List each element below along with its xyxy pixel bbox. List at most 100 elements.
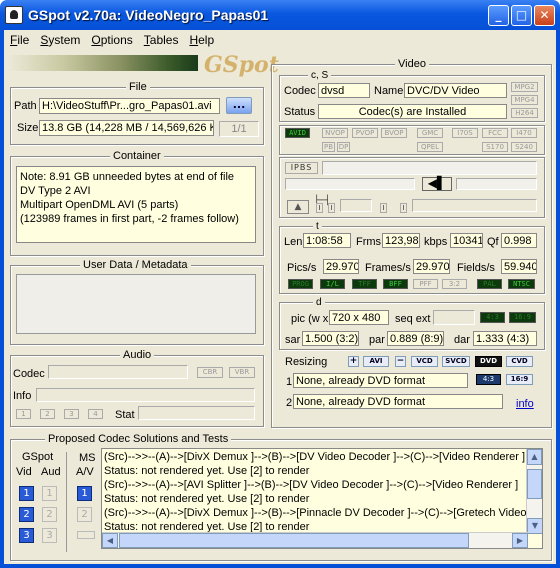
spacer (13, 388, 17, 390)
resize1-4-3-button[interactable]: 4:3 (476, 374, 501, 385)
minimize-button[interactable]: _ (488, 5, 509, 26)
window-title: GSpot v2.70a: VideoNegro_Papas01 (28, 7, 269, 23)
resize2-index: 2 (286, 397, 293, 409)
fields-field: 59.940 (501, 259, 537, 274)
vcd-button[interactable]: VCD (411, 356, 438, 367)
av-2-button[interactable]: 2 (77, 507, 92, 522)
horizontal-scrollbar[interactable]: ◀ ▶ (102, 532, 528, 548)
audio-stat-field (138, 406, 255, 420)
svcd-button[interactable]: SVCD (442, 356, 470, 367)
i470-flag: I470 (511, 128, 537, 138)
file-legend: File (126, 81, 150, 93)
audio-button-4[interactable]: 4 (88, 409, 103, 419)
audio-codec-field (48, 365, 188, 379)
maximize-button[interactable]: □ (511, 5, 532, 26)
scroll-right-icon[interactable]: ▶ (512, 533, 528, 548)
video-legend: Video (395, 58, 429, 70)
scroll-left-icon[interactable]: ◀ (102, 533, 118, 548)
frms-field: 123,987 (382, 233, 420, 248)
proposed-legend: Proposed Codec Solutions and Tests (45, 433, 232, 445)
range-end-button[interactable]: I (328, 203, 335, 213)
s240-flag: S240 (511, 142, 537, 152)
resize1-16-9-button[interactable]: 16:9 (506, 374, 533, 385)
len-label: Len (284, 236, 303, 248)
scroll-up-icon[interactable]: ▲ (527, 449, 542, 465)
sar-label: sar (285, 334, 301, 346)
seq-ext-label: seq ext (395, 313, 431, 325)
proposed-list[interactable]: (Src)-->>--(A)-->[DivX Demux ]-->(B)-->[… (101, 448, 543, 549)
proposed-line: (Src)-->>--(A)-->[DivX Demux ]-->(B)-->[… (104, 507, 526, 519)
menu-system[interactable]: System (34, 30, 85, 47)
audio-button-3[interactable]: 3 (64, 409, 79, 419)
scroll-down-icon[interactable]: ▼ (527, 518, 542, 534)
pal-flag: PAL (477, 279, 502, 289)
ms-label: MS (79, 452, 96, 464)
aud-2-button[interactable]: 2 (42, 507, 57, 522)
audio-button-2[interactable]: 2 (40, 409, 55, 419)
bvop-flag: BVOP (381, 128, 407, 138)
range-start-button[interactable]: I (316, 203, 323, 213)
cbr-flag: CBR (197, 367, 223, 378)
audio-info-field (36, 388, 255, 402)
cs-legend: c, S (308, 70, 332, 82)
aud-1-button[interactable]: 1 (42, 486, 57, 501)
horizontal-thumb[interactable] (119, 533, 469, 548)
resizing-label: Resizing (285, 356, 328, 368)
ratio-16-9-flag: 16:9 (509, 312, 536, 323)
pic-field: 720 x 480 (329, 310, 389, 325)
container-info: Note: 8.91 GB unneeded bytes at end of f… (16, 166, 256, 243)
proposed-line: Status: not rendered yet. Use [2] to ren… (104, 465, 310, 477)
menu-tables[interactable]: Tables (138, 30, 184, 47)
par-label: par (369, 334, 385, 346)
sar-field: 1.500 (3:2) (302, 331, 359, 346)
container-legend: Container (110, 150, 164, 162)
gspot-label: GSpot (22, 451, 54, 463)
resize2-field: None, already DVD format (293, 394, 503, 409)
status-label: Status (284, 106, 316, 118)
avid-flag: AVID (285, 128, 310, 138)
resize-minus-button[interactable]: − (395, 356, 406, 367)
interlaced-flag: I/L (320, 279, 345, 289)
menu-help[interactable]: Help (183, 30, 219, 47)
pff-flag: PFF (413, 279, 438, 289)
scroll-thumb[interactable] (527, 469, 542, 499)
menu-options[interactable]: Options (85, 30, 137, 47)
close-button[interactable]: ✕ (534, 5, 555, 26)
len-field: 1:08:58 (303, 233, 351, 248)
dar-field: 1.333 (4:3) (473, 331, 537, 346)
dar-label: dar (454, 334, 470, 346)
resize-plus-button[interactable]: + (348, 356, 359, 367)
par-field: 0.889 (8:9) (387, 331, 444, 346)
audio-legend: Audio (120, 349, 155, 361)
pulldown-flag: 3:2 (442, 279, 467, 289)
ratio-4-3-flag: 4:3 (480, 312, 505, 323)
dvd-button[interactable]: DVD (475, 356, 502, 367)
browse-button[interactable]: ... (226, 97, 252, 114)
menu-file[interactable]: File (4, 30, 34, 47)
vid-1-button[interactable]: 1 (19, 486, 34, 501)
proposed-line: (Src)-->>--(A)-->[AVI Splitter ]-->(B)--… (104, 479, 519, 491)
vid-3-button[interactable]: 3 (19, 528, 34, 543)
info-link[interactable]: info (516, 398, 534, 410)
resize1-field: None, already DVD format (293, 373, 468, 388)
cvd-button[interactable]: CVD (506, 356, 533, 367)
image-icon[interactable]: ▲ (287, 200, 309, 214)
fcc-flag: FCC (482, 128, 508, 138)
mark-out-button[interactable]: I (400, 203, 407, 213)
aud-label: Aud (41, 466, 61, 478)
vertical-scrollbar[interactable]: ▲ ▼ (526, 449, 542, 534)
container-line: Multipart OpenDML AVI (5 parts) (20, 199, 179, 211)
path-field[interactable]: H:\VideoStuff\Pr...gro_Papas01.avi (39, 98, 220, 114)
app-icon[interactable] (5, 6, 23, 24)
audio-button-1[interactable]: 1 (16, 409, 31, 419)
kbps-field: 10341 (450, 233, 483, 248)
avi-button[interactable]: AVI (363, 356, 389, 367)
bff-flag: BFF (383, 279, 408, 289)
aud-3-button[interactable]: 3 (42, 528, 57, 543)
av-1-button[interactable]: 1 (77, 486, 92, 501)
menu-bar: File System Options Tables Help (0, 30, 560, 50)
mark-in-button[interactable]: I (380, 203, 387, 213)
codec-field: dvsd (318, 83, 370, 98)
frame-step-icon[interactable]: ◀▌ (422, 177, 452, 191)
vid-2-button[interactable]: 2 (19, 507, 34, 522)
